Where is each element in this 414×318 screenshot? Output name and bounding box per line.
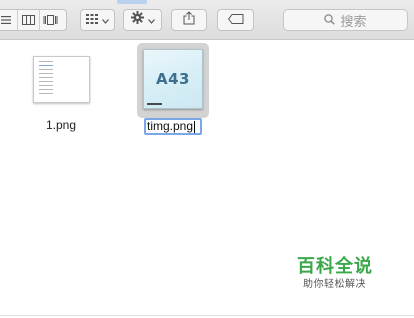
thumbnail-text: A43 <box>156 70 190 88</box>
arrange-button[interactable] <box>80 9 115 31</box>
icon-grid-icon <box>86 11 98 29</box>
rename-field[interactable]: timg.png <box>144 118 202 135</box>
tag-button[interactable] <box>217 9 254 31</box>
search-icon <box>324 13 336 28</box>
list-view-icon[interactable] <box>0 10 17 30</box>
chevron-down-icon <box>102 11 109 29</box>
window-title-fragment <box>117 0 147 4</box>
gear-icon <box>130 11 144 29</box>
bottom-divider <box>0 315 414 316</box>
rename-field-text: timg.png <box>147 119 194 133</box>
view-mode-control[interactable] <box>0 9 67 31</box>
column-view-icon[interactable] <box>17 10 39 30</box>
document-preview-icon <box>39 61 53 99</box>
text-caret <box>194 120 196 133</box>
action-button[interactable] <box>123 9 162 31</box>
search-field[interactable]: 搜索 <box>283 9 408 31</box>
file-name-label[interactable]: 1.png <box>36 118 86 132</box>
finder-toolbar: 搜索 <box>0 0 414 40</box>
watermark-subtitle: 助你轻松解决 <box>303 279 366 290</box>
share-icon <box>183 10 195 30</box>
file-thumbnail-timg-png[interactable]: A43 <box>143 49 203 109</box>
search-placeholder: 搜索 <box>340 13 367 29</box>
share-button[interactable] <box>171 9 207 31</box>
tag-icon <box>227 11 244 29</box>
file-thumbnail-1-png[interactable] <box>33 56 90 103</box>
gallery-view-icon[interactable] <box>39 10 61 30</box>
thumbnail-bar <box>147 103 162 105</box>
chevron-down-icon <box>147 11 155 29</box>
